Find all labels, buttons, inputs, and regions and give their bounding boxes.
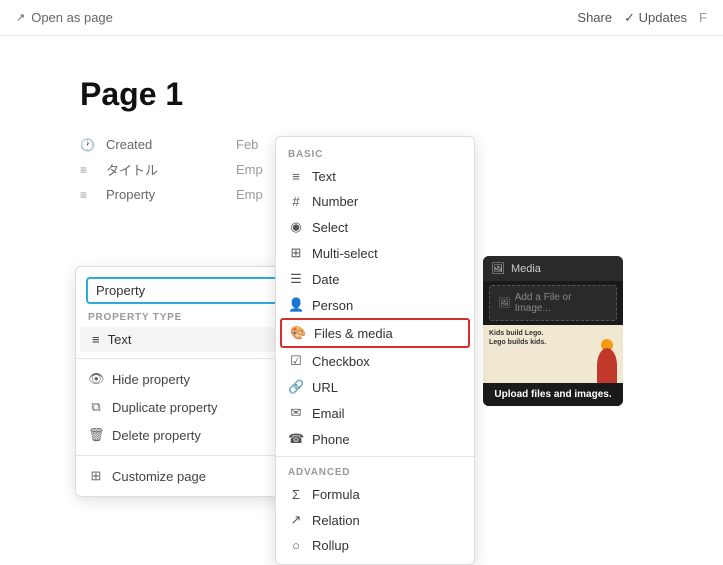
type-number[interactable]: # Number [276, 189, 474, 214]
type-url[interactable]: 🔗 URL [276, 374, 474, 400]
url-icon: 🔗 [288, 379, 304, 395]
delete-property-label: Delete property [112, 428, 201, 443]
main-content: Page 1 🕐 Created Feb ≡ タイトル Emp ≡ Proper… [0, 36, 723, 250]
media-title: Media [511, 263, 541, 275]
type-multi-select[interactable]: ⊞ Multi-select [276, 240, 474, 266]
formula-label: Formula [312, 487, 360, 502]
media-preview: 🖼 Media 🖼 Add a File or Image... Kids bu… [483, 256, 623, 406]
multi-select-label: Multi-select [312, 246, 378, 261]
duplicate-icon: ⧉ [88, 399, 104, 415]
rollup-label: Rollup [312, 538, 349, 553]
phone-icon: ☎ [288, 431, 304, 447]
select-icon: ◉ [288, 219, 304, 235]
eye-icon: 👁 [88, 371, 104, 387]
list-icon-1: ≡ [80, 163, 96, 177]
media-add-area[interactable]: 🖼 Add a File or Image... [489, 285, 617, 321]
list-icon-2: ≡ [80, 188, 96, 202]
property-type-value: Text [108, 332, 132, 347]
created-value: Feb [236, 137, 258, 152]
duplicate-property-label: Duplicate property [112, 400, 218, 415]
type-date[interactable]: ☰ Date [276, 266, 474, 292]
updates-button[interactable]: ✓ Updates [624, 10, 687, 26]
type-dropdown: BASIC ≡ Text # Number ◉ Select ⊞ Multi-s… [275, 136, 475, 565]
url-label: URL [312, 380, 338, 395]
type-files-media[interactable]: 🎨 Files & media [280, 318, 470, 348]
page-title: Page 1 [80, 76, 643, 113]
type-select[interactable]: ◉ Select [276, 214, 474, 240]
checkmark-icon: ✓ [624, 10, 639, 25]
title-value: Emp [236, 162, 263, 177]
open-arrow-icon: ↗ [16, 11, 25, 24]
person-icon: 👤 [288, 297, 304, 313]
top-bar: ↗ Open as page Share ✓ Updates F [0, 0, 723, 36]
add-image-icon: 🖼 [498, 298, 511, 309]
share-button[interactable]: Share [577, 10, 612, 25]
media-icon: 🖼 [491, 262, 505, 275]
checkbox-label: Checkbox [312, 354, 370, 369]
text-label: Text [312, 169, 336, 184]
date-icon: ☰ [288, 271, 304, 287]
text-type-icon: ≡ [92, 332, 100, 347]
type-email[interactable]: ✉ Email [276, 400, 474, 426]
lego-figure-body [597, 348, 617, 383]
advanced-section-label: ADVANCED [276, 461, 474, 482]
email-label: Email [312, 406, 345, 421]
open-as-page-area[interactable]: ↗ Open as page [16, 10, 113, 25]
text-icon: ≡ [288, 169, 304, 184]
property-value: Emp [236, 187, 263, 202]
lego-article-text: Kids build Lego.Lego builds kids. [489, 329, 546, 347]
media-caption: Upload files and images. [483, 383, 623, 406]
number-label: Number [312, 194, 358, 209]
basic-section-label: BASIC [276, 143, 474, 164]
lego-article-image: Kids build Lego.Lego builds kids. [483, 325, 623, 383]
number-icon: # [288, 194, 304, 209]
type-formula[interactable]: Σ Formula [276, 482, 474, 507]
open-as-page-label[interactable]: Open as page [31, 10, 113, 25]
checkbox-icon: ☑ [288, 353, 304, 369]
customize-icon: ⊞ [88, 468, 104, 484]
clock-icon: 🕐 [80, 138, 96, 152]
type-rollup[interactable]: ○ Rollup [276, 533, 474, 558]
type-phone[interactable]: ☎ Phone [276, 426, 474, 452]
files-media-label: Files & media [314, 326, 393, 341]
type-relation[interactable]: ↗ Relation [276, 507, 474, 533]
hide-property-label: Hide property [112, 372, 190, 387]
title-label: タイトル [106, 160, 226, 179]
type-checkbox[interactable]: ☑ Checkbox [276, 348, 474, 374]
top-bar-right: Share ✓ Updates F [577, 10, 707, 26]
dropdown-divider [276, 456, 474, 457]
add-file-text: Add a File or Image... [515, 292, 608, 314]
relation-label: Relation [312, 513, 360, 528]
phone-label: Phone [312, 432, 350, 447]
email-icon: ✉ [288, 405, 304, 421]
type-text[interactable]: ≡ Text [276, 164, 474, 189]
media-header: 🖼 Media [483, 256, 623, 281]
files-media-icon: 🎨 [290, 325, 306, 341]
rollup-icon: ○ [288, 538, 304, 553]
filter-button[interactable]: F [699, 10, 707, 25]
person-label: Person [312, 298, 353, 313]
date-label: Date [312, 272, 339, 287]
select-label: Select [312, 220, 348, 235]
formula-icon: Σ [288, 487, 304, 502]
customize-page-label: Customize page [112, 469, 206, 484]
property-label: Property [106, 187, 226, 202]
relation-icon: ↗ [288, 512, 304, 528]
type-person[interactable]: 👤 Person [276, 292, 474, 318]
created-label: Created [106, 137, 226, 152]
trash-icon: 🗑 [88, 427, 104, 443]
multi-select-icon: ⊞ [288, 245, 304, 261]
